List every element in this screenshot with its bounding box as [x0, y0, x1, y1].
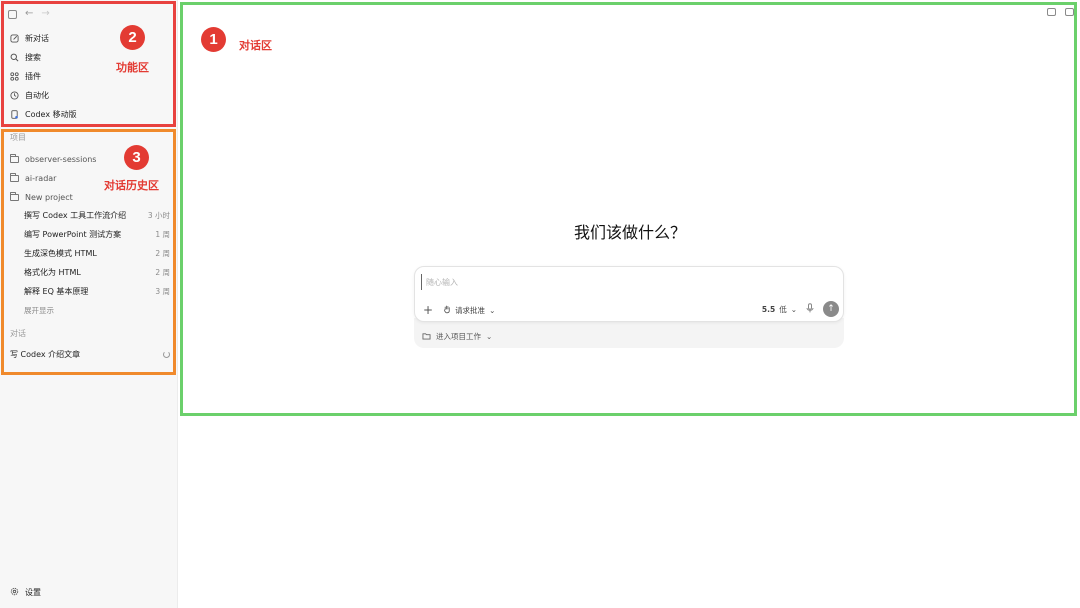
annotation-badge-1: 1 [201, 27, 226, 52]
hand-icon [443, 305, 451, 316]
settings-button[interactable]: 设置 [10, 587, 41, 598]
panel-bottom-icon[interactable] [1047, 8, 1056, 16]
model-label: 5.5 [761, 304, 776, 314]
top-right-controls [1047, 8, 1074, 16]
menu-item-mobile[interactable]: Codex 移动版 [10, 105, 170, 124]
menu-item-label: Codex 移动版 [25, 110, 77, 119]
thread-title: 编写 PowerPoint 测试方案 [24, 230, 122, 239]
thread-item[interactable]: 解释 EQ 基本原理 3 周 [10, 282, 170, 301]
chat-title: 写 Codex 介绍文章 [10, 349, 81, 359]
folder-label: ai-radar [25, 173, 57, 183]
mobile-icon [10, 110, 19, 119]
model-selector[interactable]: 5.5 低 ⌄ [762, 304, 797, 315]
effort-label: 低 [779, 304, 787, 314]
menu-item-automation[interactable]: 自动化 [10, 86, 170, 105]
page-title: 我们该做什么？ [573, 223, 686, 242]
thread-time: 2 周 [155, 268, 170, 277]
menu-item-label: 自动化 [25, 91, 49, 100]
composer-left-tools: + 请求批准 ⌄ [423, 304, 495, 316]
annotation-badge-2: 2 [120, 25, 145, 50]
thread-item[interactable]: 格式化为 HTML 2 周 [10, 263, 170, 282]
approval-dropdown[interactable]: 请求批准 ⌄ [443, 305, 495, 316]
add-attachment-icon[interactable]: + [423, 304, 433, 316]
project-work-dropdown[interactable]: 进入项目工作 ⌄ [422, 331, 492, 342]
chevron-down-icon: ⌄ [790, 304, 797, 314]
panel-right-icon[interactable] [1065, 8, 1074, 16]
send-button[interactable]: ↑ [823, 301, 839, 317]
annotation-badge-3: 3 [124, 145, 149, 170]
microphone-icon[interactable] [806, 303, 814, 315]
composer-subbar: 进入项目工作 ⌄ [414, 318, 844, 348]
clock-icon [10, 91, 19, 100]
thread-item[interactable]: 生成深色模式 HTML 2 周 [10, 244, 170, 263]
chevron-down-icon: ⌄ [486, 332, 493, 341]
thread-title: 解释 EQ 基本原理 [24, 287, 89, 296]
edit-icon [10, 34, 19, 43]
thread-item[interactable]: 编写 PowerPoint 测试方案 1 周 [10, 225, 170, 244]
back-arrow-icon[interactable]: ← [25, 8, 33, 20]
gear-icon [10, 587, 19, 598]
sidebar: ← → 新对话 搜索 插件 自动化 Codex 移动版 项目 observer-… [0, 0, 178, 608]
chat-item[interactable]: 写 Codex 介绍文章 [10, 345, 170, 363]
thread-time: 2 周 [155, 249, 170, 258]
plugin-icon [10, 72, 19, 81]
thread-time: 3 周 [155, 287, 170, 296]
search-icon [10, 53, 19, 62]
chevron-down-icon: ⌄ [489, 305, 496, 315]
annotation-label-function-area: 功能区 [116, 61, 149, 74]
projects-section-label: 项目 [10, 133, 26, 142]
composer: + 请求批准 ⌄ 5.5 低 ⌄ ↑ [414, 266, 844, 322]
settings-label: 设置 [25, 588, 41, 597]
expand-button[interactable]: 展开显示 [10, 301, 170, 319]
prompt-input[interactable] [421, 274, 831, 290]
project-work-label: 进入项目工作 [436, 332, 481, 341]
folder-icon [422, 332, 431, 342]
sidebar-toggle-icon[interactable] [8, 9, 17, 19]
chat-list: 对话 写 Codex 介绍文章 [10, 327, 170, 363]
composer-right-tools: 5.5 低 ⌄ ↑ [762, 301, 839, 317]
menu-item-new-chat[interactable]: 新对话 [10, 29, 170, 48]
menu-item-label: 新对话 [25, 34, 49, 43]
annotation-label-chat-area: 对话区 [239, 39, 272, 52]
thread-title: 格式化为 HTML [24, 268, 81, 277]
thread-time: 3 小时 [147, 211, 170, 220]
menu-item-label: 搜索 [25, 53, 41, 62]
chats-section-label: 对话 [10, 329, 26, 338]
folder-label: New project [25, 192, 73, 202]
main-area: 我们该做什么？ + 请求批准 ⌄ 5.5 低 ⌄ ↑ [180, 0, 1080, 608]
menu-item-label: 插件 [25, 72, 41, 81]
thread-item[interactable]: 撰写 Codex 工具工作流介绍 3 小时 [10, 206, 170, 225]
folder-open-icon [10, 191, 19, 201]
thread-title: 撰写 Codex 工具工作流介绍 [24, 211, 127, 220]
folder-icon [10, 172, 19, 182]
thread-time: 1 周 [155, 230, 170, 239]
function-menu: 新对话 搜索 插件 自动化 Codex 移动版 [10, 29, 170, 124]
folder-label: observer-sessions [25, 154, 97, 164]
loading-spinner-icon [163, 350, 170, 358]
window-controls: ← → [8, 8, 50, 20]
annotation-label-history-area: 对话历史区 [104, 179, 159, 192]
folder-icon [10, 153, 19, 163]
forward-arrow-icon[interactable]: → [41, 8, 49, 20]
approval-label: 请求批准 [455, 305, 486, 315]
thread-title: 生成深色模式 HTML [24, 249, 97, 258]
